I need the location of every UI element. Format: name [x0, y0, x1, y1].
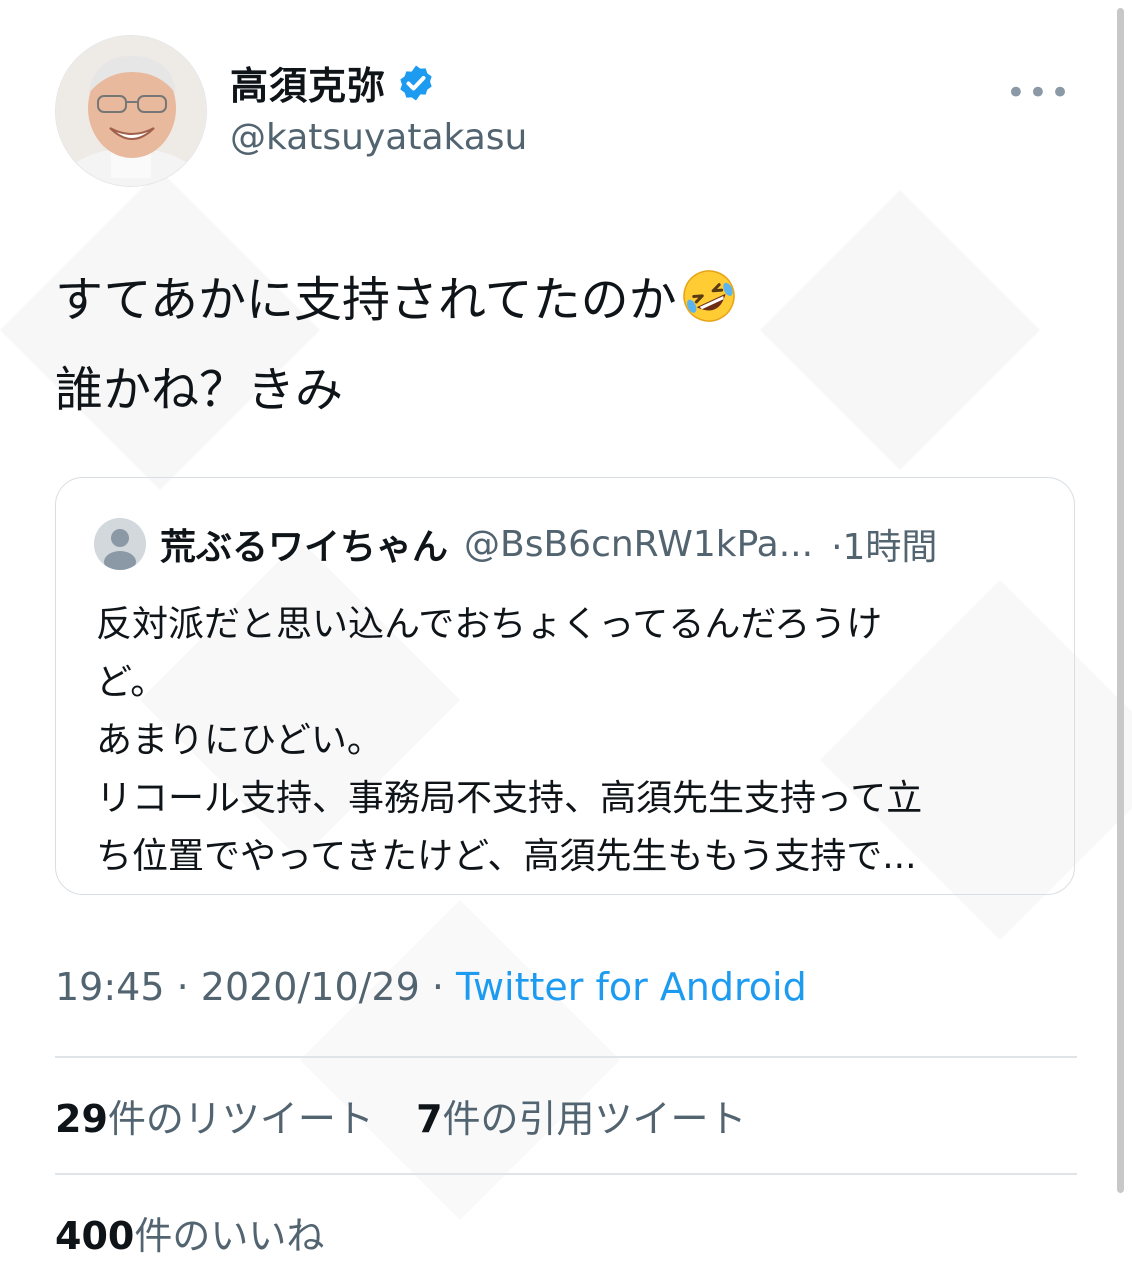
quoted-line: ち位置でやってきたけど、高須先生ももう支持で...: [96, 836, 917, 877]
separator: ·: [419, 965, 457, 1009]
quote-label: 件の引用ツイート: [442, 1097, 747, 1141]
separator: ·: [164, 965, 201, 1009]
divider: [55, 1173, 1077, 1175]
engagement-row: 29件のリツイート 7件の引用ツイート: [55, 1088, 747, 1143]
quoted-display-name[interactable]: 荒ぶるワイちゃん: [160, 518, 448, 570]
like-count: 400: [55, 1214, 135, 1258]
tweet-time[interactable]: 19:45: [55, 965, 165, 1009]
tweet-header: 高須克弥 @katsuyatakasu •••: [55, 35, 1082, 187]
scrollbar[interactable]: [1117, 8, 1124, 1193]
retweets-stat[interactable]: 29件のリツイート: [55, 1097, 374, 1141]
quoted-line: ど。: [96, 662, 167, 703]
tweet-metadata: 19:45 · 2020/10/29 · Twitter for Android: [55, 965, 807, 1009]
likes-stat[interactable]: 400件のいいね: [55, 1214, 324, 1258]
author-display-name[interactable]: 高須克弥: [230, 55, 386, 110]
quoted-line: リコール支持、事務局不支持、高須先生支持って立: [96, 778, 923, 819]
quote-tweets-stat[interactable]: 7件の引用ツイート: [416, 1097, 746, 1141]
retweet-count: 29: [55, 1097, 108, 1141]
quoted-default-avatar-icon[interactable]: [94, 518, 146, 570]
divider: [55, 1056, 1077, 1058]
tweet-text: すてあかに支持されてたのか 誰かね？きみ: [55, 255, 1075, 435]
tweet-source-link[interactable]: Twitter for Android: [456, 965, 807, 1009]
quoted-handle[interactable]: @BsB6cnRW1kPa...: [464, 524, 813, 565]
like-label: 件のいいね: [134, 1214, 325, 1258]
quoted-tweet-header: 荒ぶるワイちゃん @BsB6cnRW1kPa... ·1時間: [94, 518, 1036, 570]
tweet-line: すてあかに支持されてたのか: [55, 255, 1075, 345]
author-avatar[interactable]: [55, 35, 207, 187]
quoted-timestamp[interactable]: ·1時間: [831, 518, 937, 570]
author-name-row: 高須克弥: [230, 55, 436, 110]
more-options-icon[interactable]: •••: [1006, 73, 1072, 113]
tweet-date[interactable]: 2020/10/29: [201, 965, 420, 1009]
likes-row: 400件のいいね: [55, 1205, 324, 1260]
quoted-line: 反対派だと思い込んでおちょくってるんだろうけ: [96, 604, 883, 645]
quoted-tweet-card[interactable]: 荒ぶるワイちゃん @BsB6cnRW1kPa... ·1時間 反対派だと思い込ん…: [55, 477, 1075, 895]
quote-count: 7: [416, 1097, 443, 1141]
quoted-line: あまりにひどい。: [96, 720, 383, 761]
rolling-on-floor-laughing-emoji: [682, 270, 735, 322]
retweet-label: 件のリツイート: [107, 1097, 374, 1141]
author-handle[interactable]: @katsuyatakasu: [230, 117, 527, 158]
quoted-tweet-text: 反対派だと思い込んでおちょくってるんだろうけ ど。 あまりにひどい。 リコール支…: [96, 596, 1046, 886]
tweet-line: 誰かね？きみ: [55, 362, 344, 418]
verified-badge-icon: [400, 65, 432, 100]
